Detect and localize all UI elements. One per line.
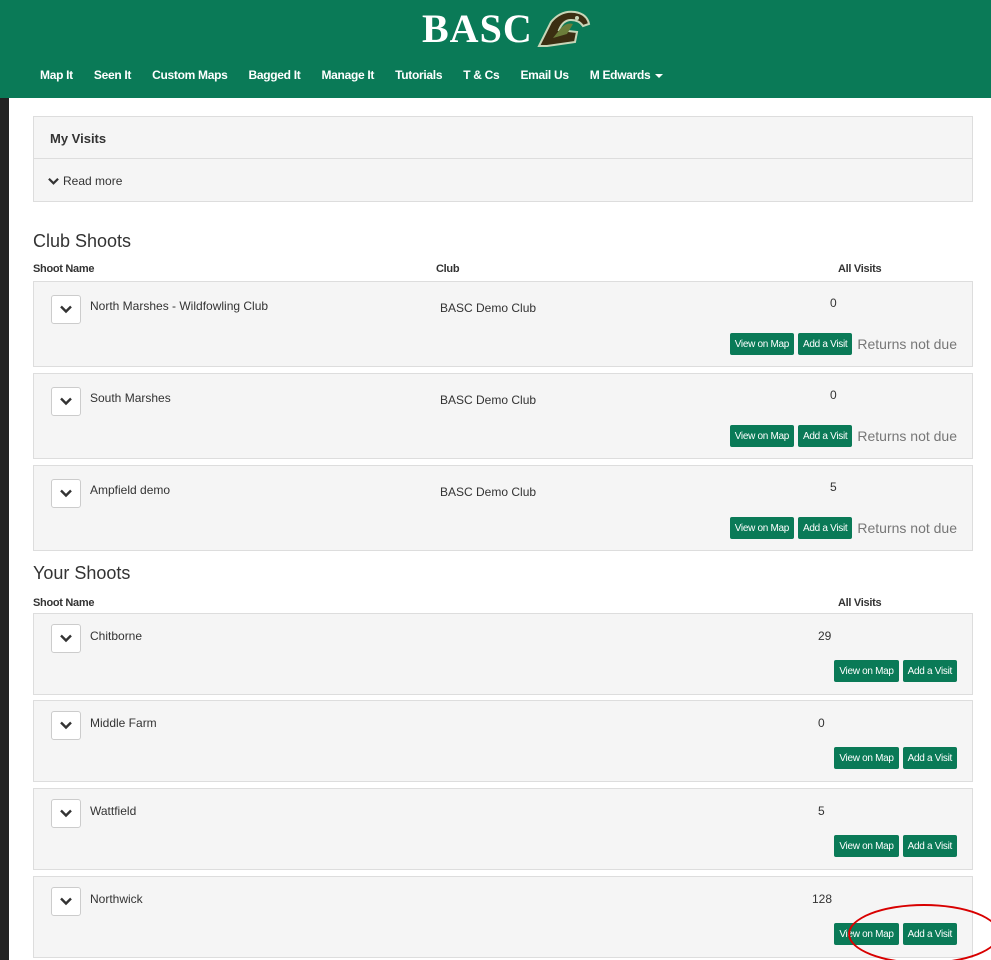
shoot-name: Chitborne [90,629,143,643]
expand-toggle[interactable] [51,887,81,916]
expand-toggle[interactable] [51,711,81,740]
view-on-map-button[interactable]: View on Map [834,660,899,682]
caret-down-icon [655,73,664,78]
your-shoot-row: Wattfield 5 View on Map Add a Visit [33,788,973,870]
read-more-label: Read more [63,174,123,188]
visit-count: 29 [818,629,832,643]
chevron-down-icon [60,397,72,406]
expand-toggle[interactable] [51,295,81,324]
chevron-down-icon [60,809,72,818]
logo-text: BASC [422,6,533,51]
highlight-circle-annotation [848,904,991,960]
my-visits-panel: My Visits Read more [33,116,973,202]
club-shoot-row: North Marshes - Wildfowling Club BASC De… [33,281,973,367]
chevron-down-icon [60,489,72,498]
add-visit-button[interactable]: Add a Visit [798,333,853,355]
expand-toggle[interactable] [51,479,81,508]
chevron-down-icon [60,897,72,906]
your-shoot-row: Northwick 128 View on Map Add a Visit [33,876,973,958]
my-visits-title: My Visits [34,117,972,159]
club-shoot-row: Ampfield demo BASC Demo Club 5 View on M… [33,465,973,551]
club-name: BASC Demo Club [440,301,537,315]
visit-count: 0 [818,716,825,730]
your-col-shoot-name: Shoot Name [33,597,95,609]
returns-status: Returns not due [857,520,957,536]
add-visit-button[interactable]: Add a Visit [902,747,957,769]
duck-head-icon [537,10,590,47]
club-name: BASC Demo Club [440,485,537,499]
view-on-map-button[interactable]: View on Map [834,835,899,857]
nav-seen-it[interactable]: Seen It [94,68,132,82]
chevron-down-icon [60,634,72,643]
shoot-name: North Marshes - Wildfowling Club [90,299,269,313]
add-visit-button[interactable]: Add a Visit [902,835,957,857]
club-name: BASC Demo Club [440,393,537,407]
your-shoot-row: Middle Farm 0 View on Map Add a Visit [33,700,973,782]
visit-count: 0 [830,296,837,310]
chevron-down-icon [60,721,72,730]
your-col-all-visits: All Visits [838,597,882,609]
nav-tutorials[interactable]: Tutorials [395,68,442,82]
top-header: BASC Map It Seen It Custom Maps Bagged I… [0,0,991,98]
nav-terms[interactable]: T & Cs [463,68,500,82]
view-on-map-button[interactable]: View on Map [834,747,899,769]
club-col-club: Club [436,263,460,275]
expand-toggle[interactable] [51,799,81,828]
returns-status: Returns not due [857,336,957,352]
main-nav: Map It Seen It Custom Maps Bagged It Man… [40,68,684,82]
view-on-map-button[interactable]: View on Map [729,425,795,447]
left-edge-bar [0,98,9,960]
your-shoots-title: Your Shoots [33,563,131,583]
chevron-down-icon [48,177,59,185]
view-on-map-button[interactable]: View on Map [729,517,795,539]
club-col-shoot-name: Shoot Name [33,263,95,275]
add-visit-button[interactable]: Add a Visit [798,425,853,447]
shoot-name: Ampfield demo [90,483,171,497]
shoot-name: Northwick [90,892,143,906]
add-visit-button[interactable]: Add a Visit [798,517,853,539]
nav-manage-it[interactable]: Manage It [321,68,374,82]
club-col-all-visits: All Visits [838,263,882,275]
expand-toggle[interactable] [51,624,81,653]
shoot-name: Wattfield [90,804,137,818]
add-visit-button[interactable]: Add a Visit [902,660,957,682]
nav-map-it[interactable]: Map It [40,68,73,82]
view-on-map-button[interactable]: View on Map [729,333,795,355]
shoot-name: South Marshes [90,391,171,405]
visit-count: 5 [818,804,825,818]
visit-count: 5 [830,480,837,494]
chevron-down-icon [60,305,72,314]
nav-custom-maps[interactable]: Custom Maps [152,68,228,82]
club-shoot-row: South Marshes BASC Demo Club 0 View on M… [33,373,973,459]
basc-logo[interactable]: BASC [422,8,591,50]
nav-email-us[interactable]: Email Us [520,68,569,82]
visit-count: 128 [812,892,833,906]
user-menu[interactable]: M Edwards [590,68,664,82]
expand-toggle[interactable] [51,387,81,416]
user-name: M Edwards [589,68,651,82]
returns-status: Returns not due [857,428,957,444]
club-shoots-title: Club Shoots [33,231,132,251]
nav-bagged-it[interactable]: Bagged It [249,68,301,82]
read-more-toggle[interactable]: Read more [34,159,972,188]
shoot-name: Middle Farm [90,716,157,730]
visit-count: 0 [830,388,837,402]
your-shoot-row: Chitborne 29 View on Map Add a Visit [33,613,973,695]
